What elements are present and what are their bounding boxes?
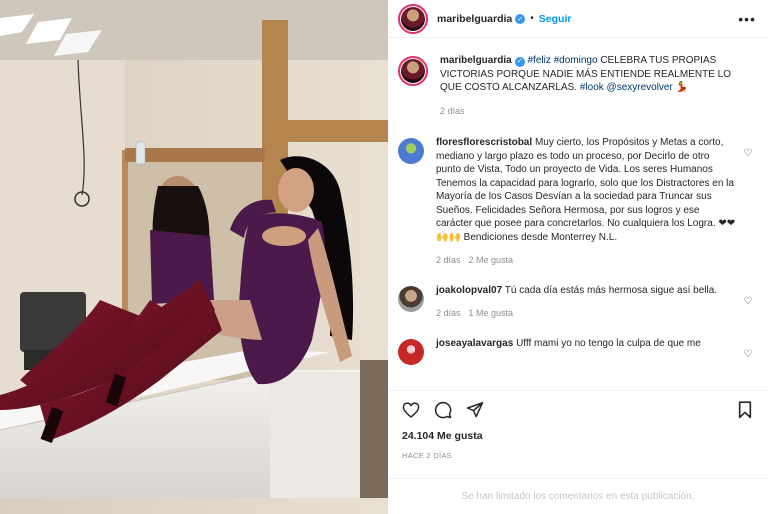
heart-icon[interactable]: [400, 399, 422, 421]
follow-button[interactable]: Seguir: [539, 13, 572, 25]
comment-text: Ufff mami yo no tengo la culpa de que me: [516, 337, 701, 349]
author-avatar[interactable]: [398, 3, 428, 34]
comment-like-icon[interactable]: ♡: [742, 148, 754, 159]
posted-time: HACE 2 DÍAS: [402, 451, 452, 460]
comment-likes[interactable]: 2 Me gusta: [469, 255, 514, 265]
comment-like-icon[interactable]: ♡: [742, 296, 754, 307]
action-bar: [388, 390, 768, 428]
bookmark-icon[interactable]: [734, 399, 756, 421]
caption-meta: 2 días: [440, 105, 754, 119]
comment-likes[interactable]: 1 Me gusta: [469, 308, 514, 318]
share-icon[interactable]: [464, 399, 486, 421]
caption-avatar[interactable]: [398, 56, 428, 86]
comment-avatar[interactable]: [398, 338, 424, 365]
comment-meta: 2 días 2 Me gusta: [436, 254, 736, 268]
post-image: [0, 0, 388, 514]
post-photo[interactable]: [0, 0, 388, 514]
comment-like-icon[interactable]: ♡: [742, 349, 754, 360]
post-header: maribelguardia ✓ • Seguir •••: [388, 0, 768, 38]
comment-avatar[interactable]: [398, 285, 424, 312]
comment-icon[interactable]: [432, 399, 454, 421]
comment-row: floresflorescristobal Muy cierto, los Pr…: [398, 136, 754, 268]
comment-username[interactable]: joseayalavargas: [436, 338, 513, 349]
comment-avatar[interactable]: [398, 138, 424, 164]
author-username[interactable]: maribelguardia: [437, 13, 512, 25]
likes-count[interactable]: 24.104 Me gusta: [402, 430, 483, 442]
comment-time: 2 días: [436, 255, 461, 265]
separator-dot: •: [530, 13, 534, 24]
hashtag-domingo[interactable]: #domingo: [554, 55, 598, 66]
verified-badge-icon: ✓: [515, 13, 526, 24]
more-options-icon[interactable]: •••: [738, 11, 756, 27]
comment-text: Tú cada día estás más hermosa sigue así …: [504, 284, 718, 296]
comment-username[interactable]: joakolopval07: [436, 285, 502, 296]
comment-body: joseayalavargas Ufff mami yo no tengo la…: [436, 337, 736, 351]
comment-time: 2 días: [436, 308, 461, 318]
comment-body: joakolopval07 Tú cada día estás más herm…: [436, 284, 736, 321]
dancer-emoji: 💃: [675, 82, 689, 93]
comment-meta: 2 días 1 Me gusta: [436, 307, 736, 321]
comments-limited-notice: Se han limitado los comentarios en esta …: [388, 478, 768, 514]
caption-row: maribelguardia ✓ #feliz #domingo CELEBRA …: [398, 54, 754, 118]
comments-feed[interactable]: maribelguardia ✓ #feliz #domingo CELEBRA …: [388, 42, 768, 376]
caption-username[interactable]: maribelguardia: [440, 55, 512, 66]
caption-body: maribelguardia ✓ #feliz #domingo CELEBRA …: [440, 54, 754, 118]
verified-badge-icon: ✓: [514, 56, 525, 67]
post-sidebar: maribelguardia ✓ • Seguir ••• maribelgua…: [388, 0, 768, 514]
comment-username[interactable]: floresflorescristobal: [436, 137, 532, 148]
comment-body: floresflorescristobal Muy cierto, los Pr…: [436, 136, 736, 268]
caption-time: 2 días: [440, 105, 465, 116]
comment-row: joakolopval07 Tú cada día estás más herm…: [398, 284, 754, 321]
comment-text: Muy cierto, los Propósitos y Metas a cor…: [436, 137, 736, 243]
hashtag-feliz[interactable]: #feliz: [527, 55, 550, 66]
comment-row: joseayalavargas Ufff mami yo no tengo la…: [398, 337, 754, 365]
hashtag-look[interactable]: #look: [580, 82, 604, 93]
mention-link[interactable]: @sexyrevolver: [607, 82, 673, 93]
